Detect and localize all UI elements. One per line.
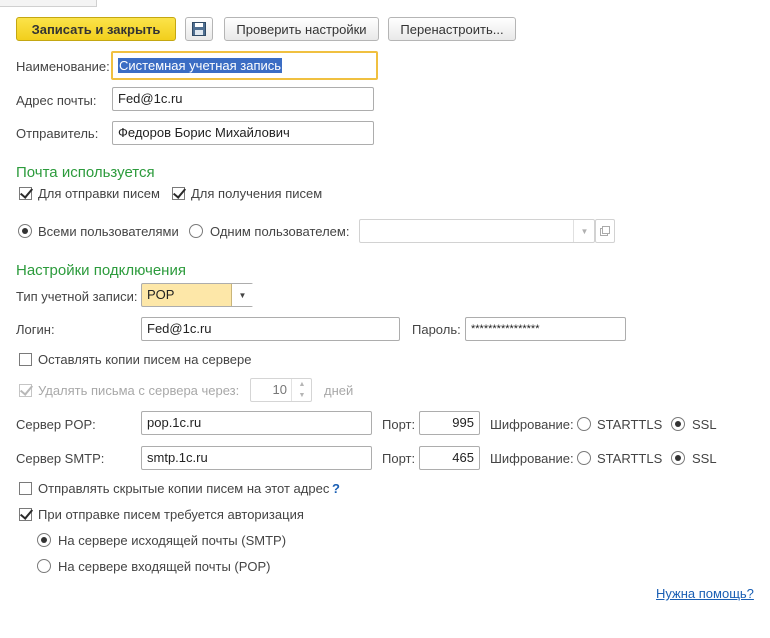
delete-after-label: Удалять письма с сервера через:: [38, 383, 240, 398]
receive-mail-checkbox[interactable]: [172, 187, 185, 200]
all-users-label: Всеми пользователями: [38, 224, 179, 239]
pop-ssl-label: SSL: [692, 417, 717, 432]
pop-server-input[interactable]: pop.1c.ru: [141, 411, 372, 435]
login-label: Логин:: [16, 322, 55, 337]
help-question-icon[interactable]: ?: [332, 481, 340, 497]
save-and-close-button[interactable]: Записать и закрыть: [16, 17, 176, 41]
all-users-radio[interactable]: [18, 224, 32, 238]
auth-required-label: При отправке писем требуется авторизация: [38, 507, 304, 522]
check-settings-button[interactable]: Проверить настройки: [224, 17, 379, 41]
auth-pop-label: На сервере входящей почты (POP): [58, 559, 271, 574]
help-link[interactable]: Нужна помощь?: [656, 586, 754, 601]
pop-port-label: Порт:: [382, 417, 416, 432]
smtp-encryption-label: Шифрование:: [490, 451, 574, 466]
auth-required-checkbox[interactable]: [19, 508, 32, 521]
email-label: Адрес почты:: [16, 93, 97, 108]
one-user-label: Одним пользователем:: [210, 224, 350, 239]
smtp-starttls-radio[interactable]: [577, 451, 591, 465]
smtp-port-input[interactable]: 465: [419, 446, 480, 470]
open-user-button[interactable]: [595, 219, 615, 243]
pop-server-label: Сервер POP:: [16, 417, 96, 432]
bcc-checkbox[interactable]: [19, 482, 32, 495]
user-select-input[interactable]: [359, 219, 595, 243]
auth-smtp-radio[interactable]: [37, 533, 51, 547]
smtp-ssl-label: SSL: [692, 451, 717, 466]
pop-starttls-label: STARTTLS: [597, 417, 663, 432]
pop-port-input[interactable]: 995: [419, 411, 480, 435]
mail-usage-title: Почта используется: [16, 164, 155, 181]
auth-pop-radio[interactable]: [37, 559, 51, 573]
keep-copies-label: Оставлять копии писем на сервере: [38, 352, 252, 367]
floppy-disk-icon: [192, 22, 206, 36]
send-mail-checkbox[interactable]: [19, 187, 32, 200]
save-button[interactable]: [185, 17, 213, 41]
days-label: дней: [324, 383, 354, 398]
smtp-ssl-radio[interactable]: [671, 451, 685, 465]
chevron-up-icon[interactable]: ▲: [299, 381, 306, 388]
send-mail-label: Для отправки писем: [38, 186, 160, 201]
chevron-down-icon[interactable]: ▼: [573, 220, 595, 242]
login-input[interactable]: Fed@1c.ru: [141, 317, 400, 341]
sender-label: Отправитель:: [16, 126, 99, 141]
account-type-label: Тип учетной записи:: [16, 289, 138, 304]
smtp-port-label: Порт:: [382, 451, 416, 466]
smtp-server-input[interactable]: smtp.1c.ru: [141, 446, 372, 470]
window-tab-strip: [0, 0, 97, 7]
smtp-starttls-label: STARTTLS: [597, 451, 663, 466]
chevron-down-icon[interactable]: ▼: [231, 284, 253, 306]
sender-input[interactable]: Федоров Борис Михайлович: [112, 121, 374, 145]
pop-starttls-radio[interactable]: [577, 417, 591, 431]
receive-mail-label: Для получения писем: [191, 186, 323, 201]
delete-after-checkbox[interactable]: [19, 384, 32, 397]
auth-smtp-label: На сервере исходящей почты (SMTP): [58, 533, 287, 548]
connection-settings-title: Настройки подключения: [16, 262, 186, 279]
password-input[interactable]: ****************: [465, 317, 626, 341]
email-input[interactable]: Fed@1c.ru: [112, 87, 374, 111]
one-user-radio[interactable]: [189, 224, 203, 238]
pop-encryption-label: Шифрование:: [490, 417, 574, 432]
bcc-label: Отправлять скрытые копии писем на этот а…: [38, 481, 330, 496]
password-label: Пароль:: [412, 322, 461, 337]
name-label: Наименование:: [16, 59, 110, 74]
reconfigure-button[interactable]: Перенастроить...: [388, 17, 516, 41]
name-input[interactable]: Системная учетная запись: [111, 51, 378, 80]
keep-copies-checkbox[interactable]: [19, 353, 32, 366]
days-stepper[interactable]: ▲ ▼: [291, 379, 312, 401]
chevron-down-icon[interactable]: ▼: [299, 392, 306, 399]
pop-ssl-radio[interactable]: [671, 417, 685, 431]
smtp-server-label: Сервер SMTP:: [16, 451, 105, 466]
name-value: Системная учетная запись: [118, 58, 283, 73]
open-window-icon: [600, 226, 610, 236]
